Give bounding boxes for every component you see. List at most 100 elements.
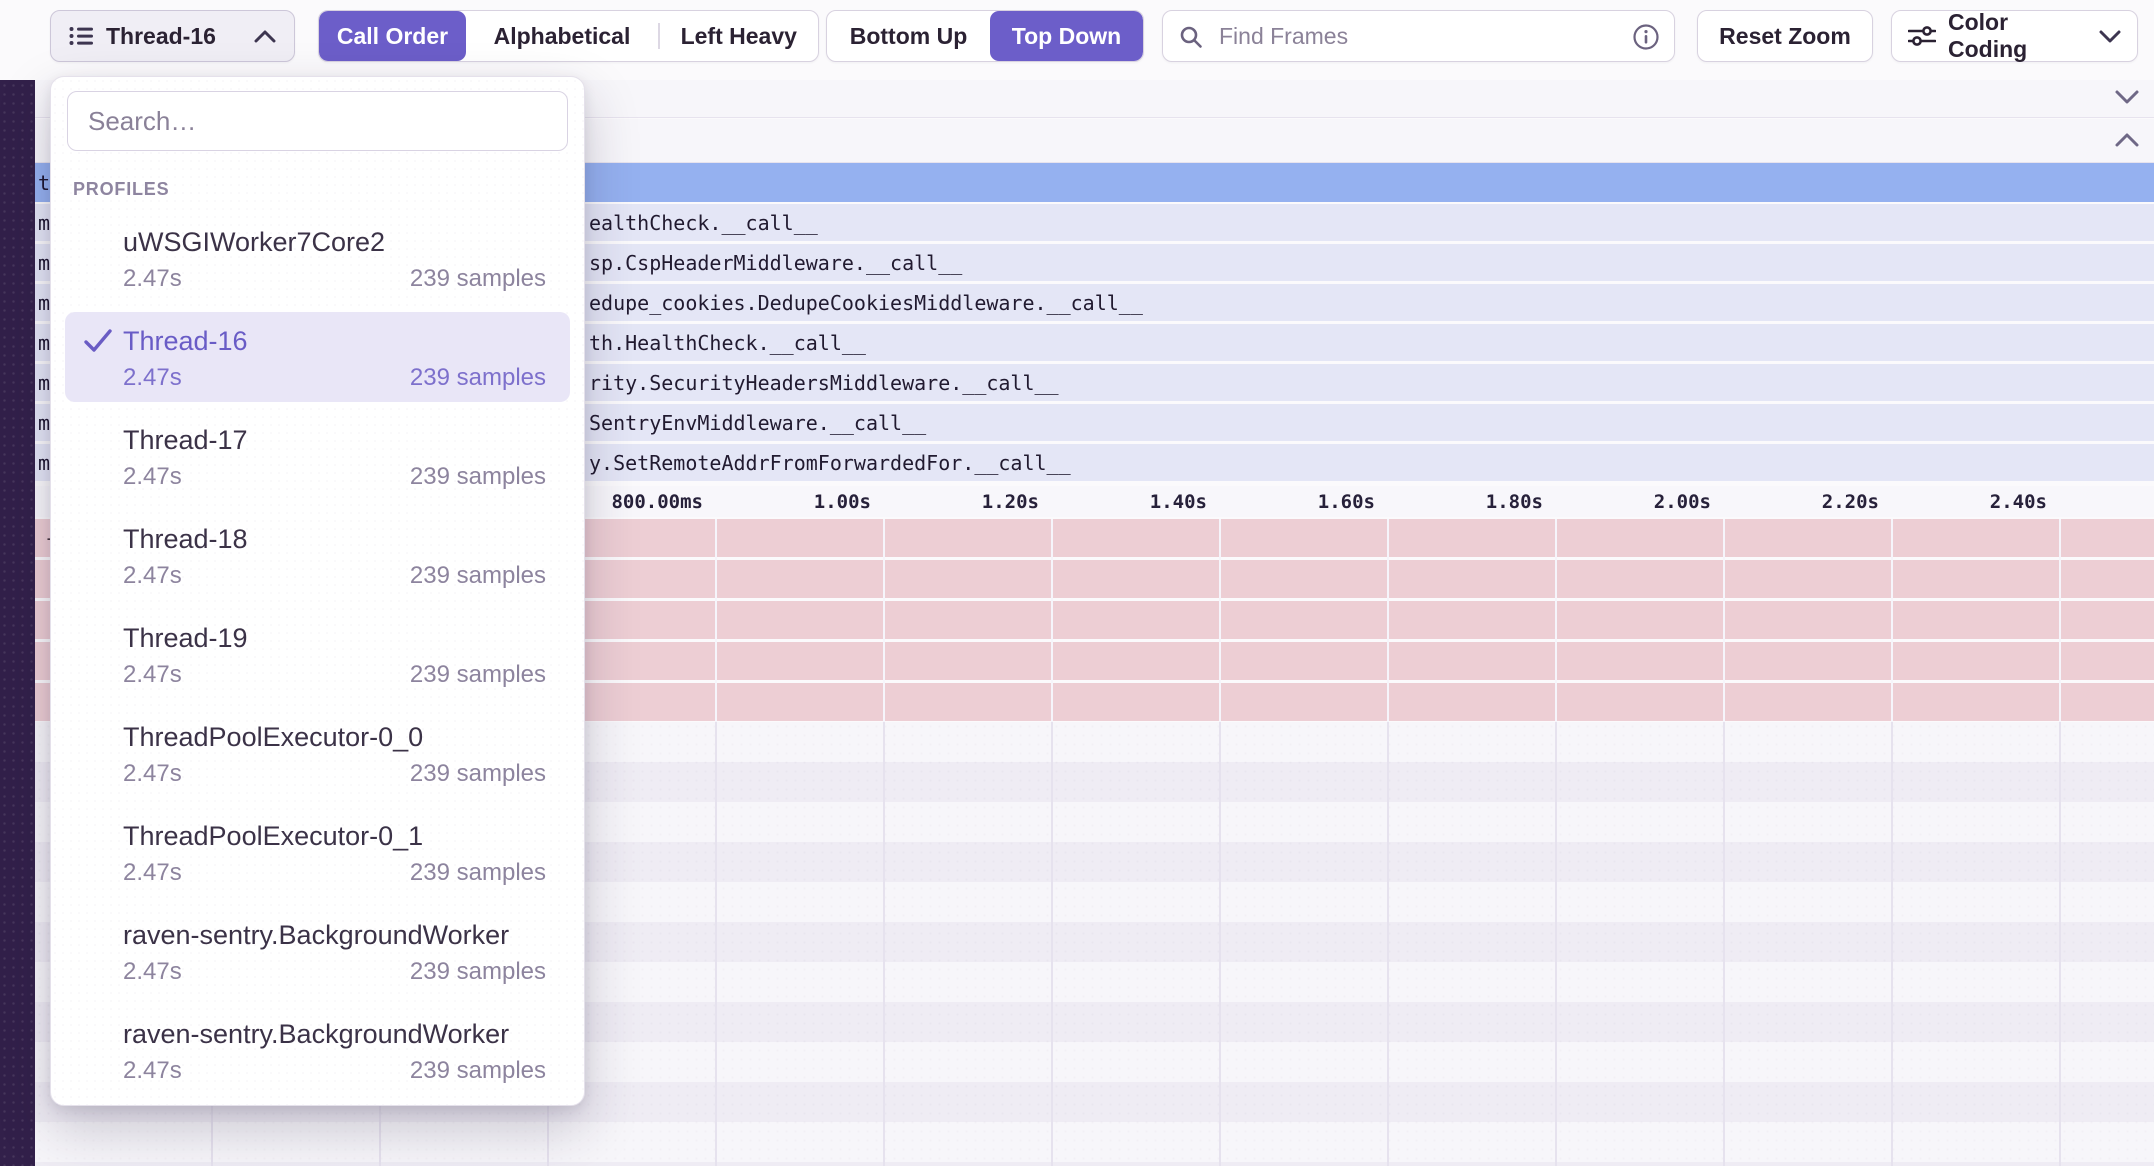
axis-tick-label: 2.20s [1822,491,1879,513]
axis-tick-label: 1.60s [1318,491,1375,513]
chevron-up-icon[interactable] [2114,132,2140,148]
profile-samples: 239 samples [410,562,546,590]
sort-option-left-heavy[interactable]: Left Heavy [660,11,819,61]
gridline [1387,722,1389,1166]
direction-option-top-down[interactable]: Top Down [990,11,1143,61]
profile-samples: 239 samples [410,760,546,788]
sort-option-alphabetical[interactable]: Alphabetical [466,11,658,61]
frame-label: y.SetRemoteAddrFromForwardedFor.__call__ [589,451,1071,475]
profile-samples: 239 samples [410,364,546,392]
profile-list-item[interactable]: uWSGIWorker7Core2 2.47s 239 samples [65,213,570,303]
profile-samples: 239 samples [410,859,546,887]
flamegraph-profiler-screen: t m ealthCheck.__call__ m sp.CspHeaderMi… [0,0,2154,1166]
gridline [883,722,885,1166]
gridline [1219,722,1221,1166]
profile-duration: 2.47s [123,958,182,986]
profile-duration: 2.47s [123,364,182,392]
profile-samples: 239 samples [410,1057,546,1085]
checkmark-icon [83,328,113,354]
axis-tick-label: 1.40s [1150,491,1207,513]
profile-duration: 2.47s [123,859,182,887]
profile-list-item[interactable]: ThreadPoolExecutor-0_1 2.47s 239 samples [65,807,570,897]
gridline [1723,722,1725,1166]
thread-dropdown-panel: PROFILES uWSGIWorker7Core2 2.47s 239 sam… [50,76,585,1106]
frame-label-truncated: m [38,211,50,235]
find-frames-input[interactable] [1163,11,1674,61]
sliders-icon [1908,25,1936,47]
direction-option-bottom-up[interactable]: Bottom Up [827,11,990,61]
gridline [883,519,885,722]
frame-label: ealthCheck.__call__ [589,211,818,235]
profile-duration: 2.47s [123,463,182,491]
frame-label-truncated: t [38,171,50,195]
frame-label-truncated: m [38,451,50,475]
axis-tick-label: 800.00ms [611,491,703,513]
frame-label-truncated: m [38,291,50,315]
profile-duration: 2.47s [123,265,182,293]
gridline [1387,519,1389,722]
direction-segmented-control: Bottom Up Top Down [826,10,1144,62]
search-icon [1179,25,1203,49]
info-icon[interactable] [1632,23,1660,51]
profile-name: raven-sentry.BackgroundWorker [123,1019,546,1050]
axis-tick-label: 2.40s [1990,491,2047,513]
dropdown-search-input[interactable] [68,92,567,150]
profile-samples: 239 samples [410,958,546,986]
frame-label: edupe_cookies.DedupeCookiesMiddleware.__… [589,291,1143,315]
frame-label: th.HealthCheck.__call__ [589,331,866,355]
frame-label-truncated: m [38,251,50,275]
profile-name: Thread-16 [123,326,546,357]
profile-list-item[interactable]: ThreadPoolExecutor-0_0 2.47s 239 samples [65,708,570,798]
profile-list-item[interactable]: raven-sentry.BackgroundWorker 2.47s 239 … [65,906,570,996]
thread-selector-button[interactable]: Thread-16 [50,10,295,62]
gridline [1051,722,1053,1166]
profiler-toolbar: Thread-16 Call Order Alphabetical Left H… [0,0,2154,80]
axis-tick-label: 1.20s [982,491,1039,513]
reset-zoom-button[interactable]: Reset Zoom [1697,10,1873,62]
gridline [1051,519,1053,722]
profile-list-item-selected[interactable]: Thread-16 2.47s 239 samples [65,312,570,402]
gridline [1555,519,1557,722]
profile-samples: 239 samples [410,463,546,491]
chevron-down-icon[interactable] [2114,89,2140,105]
profile-samples: 239 samples [410,661,546,689]
color-coding-button[interactable]: Color Coding [1891,10,2138,62]
profile-name: uWSGIWorker7Core2 [123,227,546,258]
profile-samples: 239 samples [410,265,546,293]
gridline [715,519,717,722]
profile-list-item[interactable]: Thread-17 2.47s 239 samples [65,411,570,501]
profile-duration: 2.47s [123,661,182,689]
frame-label-truncated: m [38,411,50,435]
gridline [1891,519,1893,722]
gridline [1555,722,1557,1166]
frame-label: SentryEnvMiddleware.__call__ [589,411,926,435]
color-coding-label: Color Coding [1948,9,2087,63]
app-sidebar-strip [0,0,35,1166]
axis-tick-label: 1.80s [1486,491,1543,513]
profile-name: Thread-18 [123,524,546,555]
sorting-segmented-control: Call Order Alphabetical Left Heavy [318,10,819,62]
frame-label-truncated: m [38,331,50,355]
gridline [1219,519,1221,722]
find-frames-searchbar [1162,10,1675,62]
profile-list-item[interactable]: raven-sentry.BackgroundWorker 2.47s 239 … [65,1005,570,1095]
frame-label-truncated: m [38,371,50,395]
profile-duration: 2.47s [123,562,182,590]
sort-option-call-order[interactable]: Call Order [319,11,466,61]
frame-label: rity.SecurityHeadersMiddleware.__call__ [589,371,1059,395]
gridline [715,722,717,1166]
profile-list-item[interactable]: Thread-18 2.47s 239 samples [65,510,570,600]
axis-tick-label: 2.00s [1654,491,1711,513]
frame-label: sp.CspHeaderMiddleware.__call__ [589,251,962,275]
reset-zoom-label: Reset Zoom [1719,23,1851,50]
chevron-up-icon [254,30,276,43]
profile-list-item[interactable]: Thread-19 2.47s 239 samples [65,609,570,699]
chevron-down-icon [2099,30,2121,43]
profile-name: ThreadPoolExecutor-0_0 [123,722,546,753]
gridline [1891,722,1893,1166]
gridline [2059,519,2061,722]
thread-selector-label: Thread-16 [106,23,241,50]
profile-duration: 2.47s [123,1057,182,1085]
profile-name: raven-sentry.BackgroundWorker [123,920,546,951]
gridline [1723,519,1725,722]
